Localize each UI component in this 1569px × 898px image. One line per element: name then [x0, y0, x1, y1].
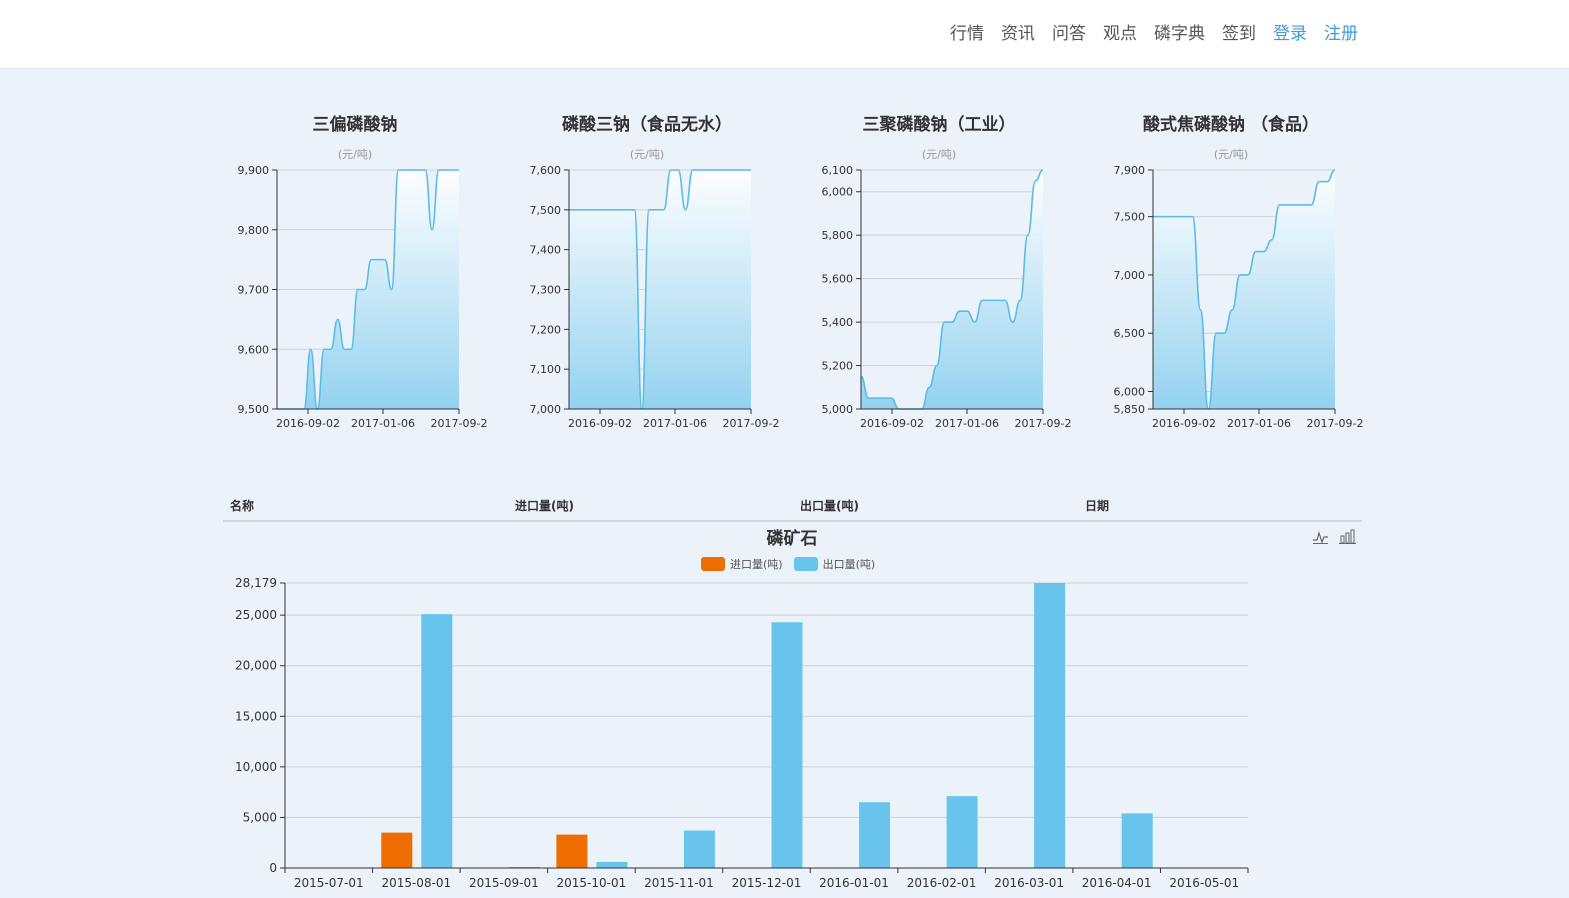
- chart-legend: 进口量(吨) 出口量(吨): [701, 556, 886, 572]
- legend-label: 出口量(吨): [822, 558, 876, 571]
- bar-chart: 0 5,000 10,000 15,000 20,000 25,000 28,179 2015…: [235, 576, 1249, 890]
- bar-export: [421, 614, 453, 868]
- legend-item-export[interactable]: 出口量(吨): [793, 556, 876, 572]
- x-tick-label: 2016-05-01: [1169, 876, 1239, 890]
- bar-import: [381, 832, 413, 868]
- x-tick-label: 2015-10-01: [557, 876, 627, 890]
- bar-export: [771, 622, 803, 868]
- y-tick-label: 15,000: [235, 709, 277, 723]
- y-tick-label: 20,000: [235, 659, 277, 673]
- bar-chart-icon[interactable]: [1339, 528, 1356, 545]
- x-tick-label: 2016-03-01: [994, 876, 1064, 890]
- line-chart-icon[interactable]: [1312, 528, 1329, 545]
- x-tick-label: 2016-01-01: [819, 876, 889, 890]
- chart-toolbox: [1312, 528, 1356, 545]
- bar-export: [1034, 583, 1066, 868]
- legend-item-import[interactable]: 进口量(吨): [701, 556, 783, 572]
- legend-swatch: [793, 557, 818, 571]
- y-tick-label: 0: [269, 861, 277, 875]
- x-tick-label: 2015-09-01: [469, 876, 539, 890]
- y-tick-label: 25,000: [235, 608, 277, 622]
- x-tick-label: 2015-07-01: [294, 876, 364, 890]
- x-tick-label: 2015-08-01: [381, 876, 451, 890]
- x-tick-label: 2015-12-01: [732, 876, 802, 890]
- y-tick-label: 10,000: [235, 760, 277, 774]
- bar-export: [683, 830, 715, 868]
- legend-label: 进口量(吨): [730, 558, 783, 571]
- chart-title: 磷矿石: [766, 529, 818, 549]
- bar-import: [556, 834, 588, 868]
- x-tick-label: 2016-04-01: [1082, 876, 1152, 890]
- x-tick-label: 2015-11-01: [644, 876, 714, 890]
- legend-swatch: [701, 557, 725, 571]
- bar-export: [946, 796, 978, 868]
- x-tick-label: 2016-02-01: [907, 876, 977, 890]
- y-tick-label: 5,000: [243, 810, 277, 824]
- y-tick-label: 28,179: [235, 576, 277, 590]
- bar-export: [859, 802, 891, 868]
- bar-export: [596, 861, 628, 868]
- bar-export: [1121, 813, 1153, 868]
